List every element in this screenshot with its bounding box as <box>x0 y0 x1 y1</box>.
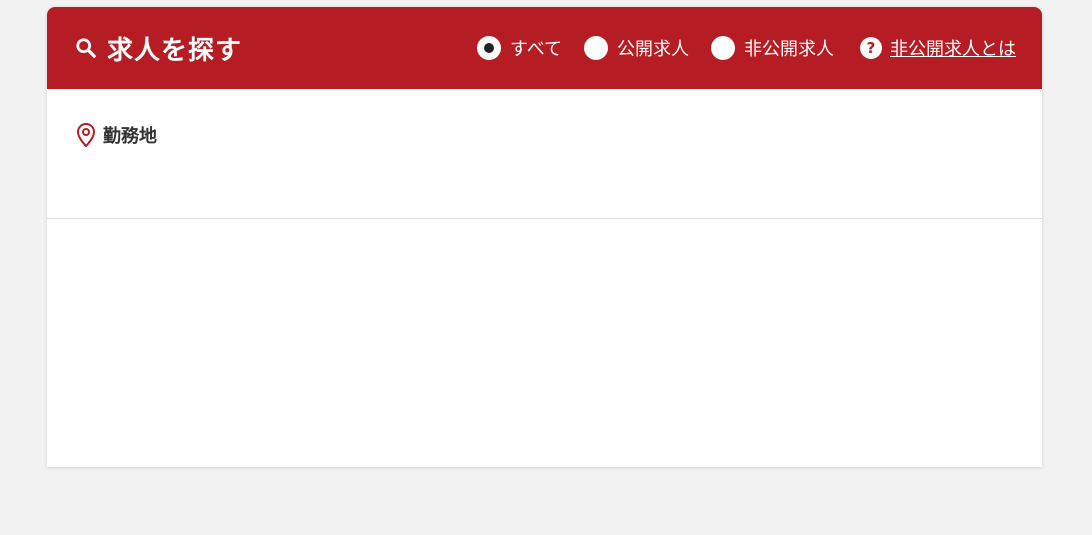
question-icon: ? <box>860 37 882 59</box>
search-icon <box>76 38 96 58</box>
private-jobs-help: ? 非公開求人とは <box>860 35 1016 61</box>
radio-private[interactable]: 非公開求人 <box>711 35 834 61</box>
location-label: 勤務地 <box>77 122 157 148</box>
radio-circle[interactable] <box>711 36 735 60</box>
private-jobs-help-link[interactable]: 非公開求人とは <box>890 35 1016 61</box>
location-row: 勤務地 <box>47 89 1042 219</box>
page-title: 求人を探す <box>107 35 243 66</box>
radio-public[interactable]: 公開求人 <box>584 35 689 61</box>
map-pin-icon <box>77 123 95 147</box>
radio-all[interactable]: すべて <box>476 35 562 61</box>
job-type-radio-group: すべて 公開求人 非公開求人 <box>455 35 834 61</box>
radio-circle[interactable] <box>476 36 501 60</box>
radio-circle[interactable] <box>584 36 608 60</box>
job-search-panel: 求人を探す すべて 公開求人 非公開求人 ? 非公開求人とは 勤務地 <box>47 7 1042 467</box>
search-header: 求人を探す すべて 公開求人 非公開求人 ? 非公開求人とは <box>47 7 1042 89</box>
